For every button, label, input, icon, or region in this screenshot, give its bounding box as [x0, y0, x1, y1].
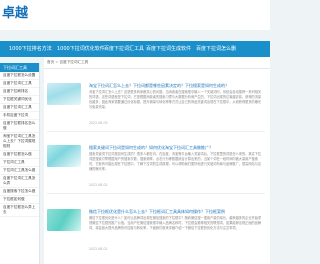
breadcrumb: 首页 > 百度下拉词汇工具 [47, 60, 88, 65]
sidebar-item[interactable]: 百度下拉框怎么弄上去 [0, 204, 39, 217]
sidebar-item[interactable]: 百度下拉词汇工具怎么弄 [0, 175, 39, 188]
site-header: 卓越 [0, 0, 270, 30]
sidebar-item[interactable]: 百度下拉框排名怎么做 [0, 120, 39, 133]
sidebar-item[interactable]: 百度下拉刷排名 [0, 88, 39, 96]
article-summary: 搜索关键词下拉词是如何生成的？很多人都在问，在百度、淘宝等平台输入关键词后，下拉… [89, 152, 262, 171]
sidebar-item[interactable]: 下拉框关键词优化 [0, 96, 39, 104]
nav-item-4[interactable]: 百度下拉词生成软件 [146, 41, 191, 57]
main-nav: 1000下拉排名方法 1000下拉词优化软件 百度下拉词汇工具 百度下拉词生成软… [0, 41, 270, 57]
sidebar-item[interactable]: 下拉词汇工具怎么做 [0, 167, 39, 175]
article-thumbnail[interactable] [47, 83, 81, 105]
sidebar-item[interactable]: 百度下拉框怎么设置 [0, 72, 39, 80]
article-title[interactable]: 淘宝下拉词汇怎么上去？下拉词都是哪些因素决定的？下拉搜索是如何生成的？ [89, 83, 229, 89]
divider [47, 131, 265, 132]
sidebar-title: 下拉词汇工具 [0, 63, 39, 72]
breadcrumb-separator: > [55, 60, 59, 64]
divider [47, 193, 265, 194]
article-title[interactable]: 微信下拉框优化是什么怎么上去？下拉框词汇工具具体如何操作？下拉框案例 [89, 209, 225, 215]
sidebar-item[interactable]: 下拉框如何做 [0, 196, 39, 204]
breadcrumb-current[interactable]: 百度下拉词汇工具 [60, 60, 89, 64]
article-thumbnail[interactable] [47, 209, 81, 231]
sidebar-item[interactable]: 百度下拉词汇工具 [0, 104, 39, 112]
article-date: 2022-08-03 [89, 121, 108, 125]
nav-item-3[interactable]: 百度下拉词汇工具 [104, 41, 144, 57]
article-date: 2022-08-02 [89, 183, 108, 187]
sidebar-item[interactable]: 百度下拉框怎么做 [0, 151, 39, 159]
sidebar-item[interactable]: 下拉词汇工具 [0, 159, 39, 167]
sidebar-item[interactable]: 淘宝下拉词汇工具怎么上去？下拉词展现规则 [0, 133, 39, 151]
article-item: 微信下拉框优化是什么怎么上去？下拉框词汇工具具体如何操作？下拉框案例 微信下拉框… [47, 209, 265, 264]
main-content: 首页 > 百度下拉词汇工具 淘宝下拉词汇怎么上去？下拉词都是哪些因素决定的？下拉… [44, 57, 270, 264]
nav-item-1[interactable]: 1000下拉排名方法 [9, 41, 52, 57]
sidebar-item[interactable]: 百度下拉词汇工具 [0, 80, 39, 88]
article-summary: 微信下拉框优化是什么？如何让品牌词出现在微信搜索的下拉框中？随着微信搜一搜用户量… [89, 216, 262, 230]
nav-item-2[interactable]: 1000下拉词优化软件 [57, 41, 105, 57]
sidebar-item[interactable]: 百度搜索下拉怎么做 [0, 188, 39, 196]
article-item: 淘宝下拉词汇怎么上去？下拉词都是哪些因素决定的？下拉搜索是如何生成的？ 淘宝下拉… [47, 83, 265, 141]
sidebar: 下拉词汇工具 百度下拉框怎么设置 百度下拉词汇工具 百度下拉刷排名 下拉框关键词… [0, 63, 40, 264]
article-item: 搜索关键词下拉词是如何生成的？如何优化淘宝下拉词汇工具做推广？ 搜索关键词下拉词… [47, 145, 265, 203]
sidebar-item[interactable]: 手机百度下拉词 [0, 112, 39, 120]
article-title[interactable]: 搜索关键词下拉词是如何生成的？如何优化淘宝下拉词汇工具做推广？ [89, 145, 213, 151]
breadcrumb-home[interactable]: 首页 [47, 60, 54, 64]
nav-item-5[interactable]: 百度下拉词怎么删 [196, 41, 236, 57]
divider [44, 68, 270, 69]
article-summary: 淘宝下拉词汇怎么上去？这是很多商家都关心的问题，当消费者在搜索框中输入一个关键词… [89, 90, 262, 109]
site-logo[interactable]: 卓越 [0, 0, 36, 30]
article-date: 2022-08-01 [89, 247, 108, 251]
article-thumbnail[interactable] [47, 145, 81, 167]
